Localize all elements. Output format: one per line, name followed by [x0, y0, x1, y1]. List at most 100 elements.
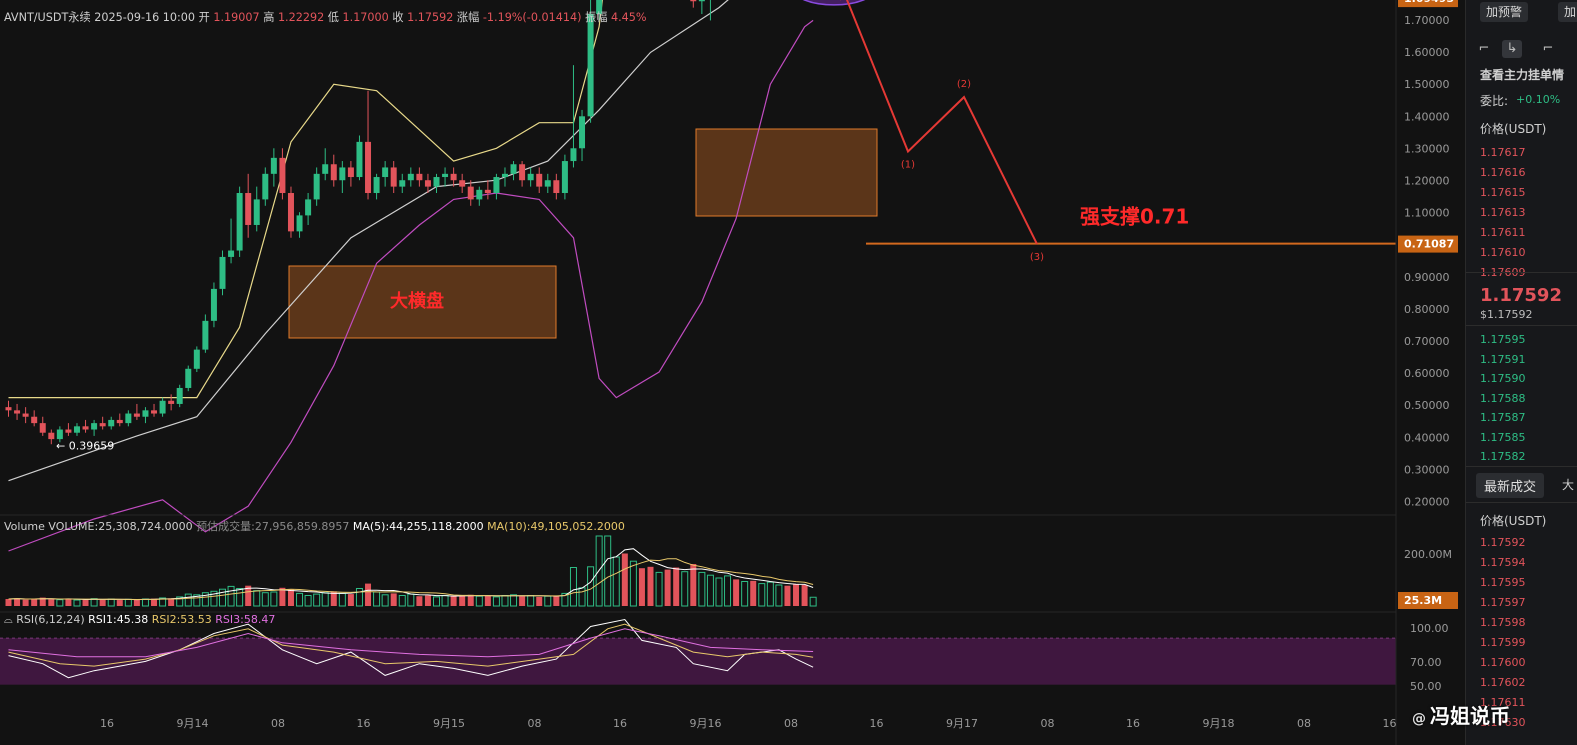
candle-body [219, 256, 226, 289]
wave-down-label: (2) [957, 79, 971, 90]
price-tick: 1.10000 [1404, 207, 1450, 220]
candle-body [287, 193, 294, 232]
candle-body [202, 320, 209, 350]
main-orders-link[interactable]: 查看主力挂单情 [1480, 66, 1564, 83]
volume-bar [801, 585, 808, 606]
candle-body [151, 410, 158, 414]
volume-bar [424, 595, 431, 606]
volume-bar [365, 583, 372, 606]
time-tick: 16 [100, 717, 114, 730]
time-tick: 16 [1126, 717, 1140, 730]
volume-bar [690, 564, 697, 606]
candle-body [99, 423, 106, 427]
price-tick: 1.60000 [1404, 46, 1450, 59]
candle-body [159, 400, 166, 414]
candle-body [390, 167, 397, 187]
volume-ma10: MA(10):49,105,052.2000 [487, 520, 625, 533]
bid-price: 1.17587 [1480, 411, 1526, 424]
candle-body [125, 413, 132, 424]
price-tick: 0.70000 [1404, 335, 1450, 348]
volume-bar [416, 596, 423, 606]
candle-body [142, 410, 149, 417]
candle-body [322, 164, 329, 174]
ask-price: 1.17613 [1480, 206, 1526, 219]
price-tick: 0.80000 [1404, 303, 1450, 316]
rsi-title: ⌓ RSI(6,12,24) [4, 613, 88, 626]
candle-body [296, 215, 303, 232]
candle-body [91, 423, 98, 430]
tab-latest-trades[interactable]: 最新成交 [1476, 473, 1545, 498]
ratio-value: +0.10% [1516, 93, 1561, 106]
order-book-panel: 加预警 加 ⌐ ↳ ⌐ 查看主力挂单情 委比: +0.10% 价格(USDT) … [1465, 0, 1577, 745]
volume-bar [31, 599, 38, 606]
volume-bar [99, 599, 106, 606]
candle-body [185, 368, 192, 388]
trade-price: 1.17600 [1480, 656, 1526, 669]
volume-bar [638, 568, 645, 606]
last-price: 1.17592 [1480, 285, 1562, 306]
volume-bar [116, 600, 123, 606]
wave-down-label: (1) [901, 159, 915, 170]
candle-body [416, 173, 423, 181]
add-alert-button[interactable]: 加预警 [1480, 2, 1529, 22]
bid-price: 1.17585 [1480, 430, 1526, 444]
volume-bar [65, 599, 72, 606]
volume-value: VOLUME:25,308,724.0000 [48, 520, 196, 533]
volume-bar [279, 587, 286, 606]
candle-body [407, 173, 414, 181]
ask-price: 1.17615 [1480, 186, 1526, 199]
candle-body [510, 164, 517, 174]
candle-body [210, 288, 217, 321]
candle-body [450, 173, 457, 181]
time-tick: 16 [870, 717, 884, 730]
candle-body [373, 177, 380, 194]
last-price-usd: $1.17592 [1480, 308, 1533, 321]
volume-header: Volume VOLUME:25,308,724.0000 预估成交量:27,9… [4, 519, 625, 533]
candle-body [501, 173, 508, 178]
volume-bar [82, 599, 89, 606]
time-tick: 9月15 [433, 717, 465, 730]
level-price-tag: 0.71087 [1404, 238, 1454, 251]
volume-bar [347, 594, 354, 606]
candle-body [65, 429, 72, 433]
candlestick-chart[interactable]: 大横盘 强压1.59关键压力1.36关键支撑1.06强支撑0.71 1.5900… [0, 0, 1465, 745]
trade-price: 1.17597 [1480, 596, 1526, 609]
volume-bar [519, 596, 526, 606]
trade-price: 1.17602 [1480, 676, 1526, 689]
layout-alt-icon[interactable]: ⌐ [1538, 40, 1558, 58]
volume-title: Volume [4, 520, 48, 533]
layout-icon[interactable]: ⌐ [1474, 40, 1494, 58]
volume-bar [733, 579, 740, 606]
wave-down-label: (3) [1030, 252, 1044, 263]
candle-body [433, 177, 440, 187]
trade-price: 1.17594 [1480, 556, 1526, 569]
bid-price: 1.17582 [1480, 450, 1526, 463]
volume-bar [48, 599, 55, 606]
rsi-axis-tick: 100.00 [1410, 622, 1449, 635]
rsi-axis-tick: 70.00 [1410, 656, 1442, 669]
time-tick: 08 [1041, 717, 1055, 730]
candle-body [570, 148, 577, 162]
price-tick: 0.30000 [1404, 463, 1450, 476]
rsi3-value: RSI3:58.47 [215, 613, 275, 626]
box-label: 大横盘 [390, 290, 444, 312]
bid-price: 1.17588 [1480, 391, 1526, 405]
time-tick: 08 [784, 717, 798, 730]
candle-body [339, 167, 346, 181]
price-tick: 0.60000 [1404, 367, 1450, 380]
bid-price: 1.17595 [1480, 333, 1526, 346]
candle-body [133, 413, 140, 417]
watermark-text: 冯姐说币 [1430, 704, 1510, 728]
layout-active-icon[interactable]: ↳ [1502, 40, 1522, 58]
candle-body [399, 180, 406, 187]
candle-body [73, 426, 80, 433]
tab-large-trades[interactable]: 大 [1562, 476, 1574, 493]
candle-body [305, 199, 312, 216]
volume-bar [5, 599, 12, 606]
trade-price: 1.17595 [1480, 576, 1526, 589]
header-low: 1.17000 [343, 11, 393, 24]
volume-axis-tick: 200.00M [1404, 548, 1452, 561]
volume-bar [621, 553, 628, 606]
add-button[interactable]: 加 [1558, 2, 1577, 22]
volume-bar [467, 594, 474, 606]
